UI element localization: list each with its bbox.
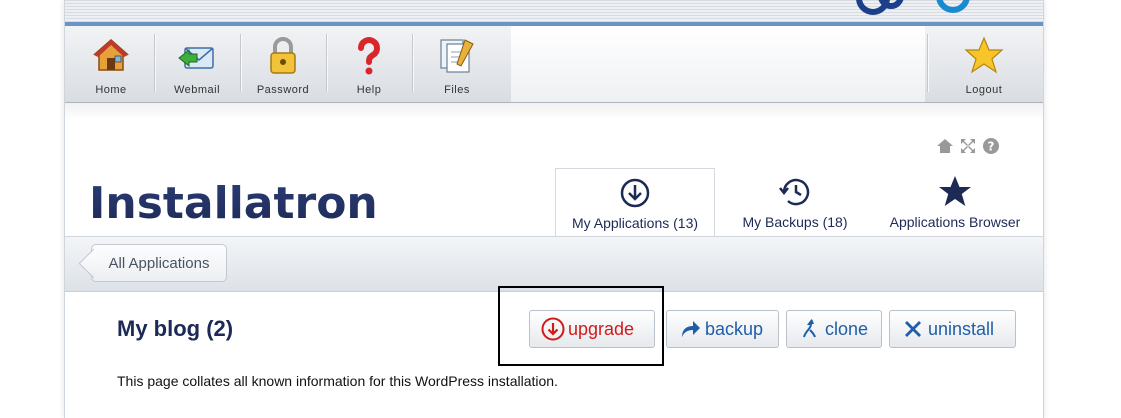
- tab-my-backups[interactable]: My Backups (18): [715, 168, 875, 236]
- toolbar-shadow: [65, 102, 1043, 120]
- highlight-box: [498, 286, 664, 366]
- backup-button[interactable]: backup: [666, 310, 779, 348]
- main-tabs: My Applications (13) My Backups (18) App…: [555, 168, 1035, 237]
- button-label: clone: [825, 318, 869, 339]
- download-circle-icon: [619, 175, 651, 211]
- help-icon[interactable]: ?: [981, 136, 1001, 156]
- button-label: backup: [705, 318, 764, 339]
- toolbar-help[interactable]: Help: [326, 26, 412, 102]
- cpanel-logo-fragment: [845, 0, 985, 22]
- toolbar-label: Webmail: [173, 84, 221, 96]
- tab-applications-browser[interactable]: Applications Browser: [875, 168, 1035, 236]
- toolbar-divider: [927, 34, 929, 92]
- button-label: uninstall: [928, 318, 995, 339]
- all-applications-button[interactable]: All Applications: [91, 244, 227, 282]
- question-mark-icon: [347, 34, 391, 78]
- toolbar-label: Files: [444, 84, 470, 96]
- files-icon: [435, 34, 479, 78]
- expand-icon[interactable]: [958, 136, 978, 156]
- home-icon[interactable]: [935, 136, 955, 156]
- toolbar-webmail[interactable]: Webmail: [154, 26, 240, 102]
- tab-label: My Backups (18): [742, 214, 848, 230]
- toolbar-label: Help: [356, 84, 382, 96]
- toolbar-label: Home: [95, 84, 127, 96]
- toolbar-files[interactable]: Files: [414, 26, 500, 102]
- star-icon: [937, 174, 973, 210]
- page-frame: Home Webmail Password Help Files Logout …: [64, 0, 1044, 418]
- toolbar-logout[interactable]: Logout: [941, 26, 1027, 102]
- svg-text:?: ?: [988, 140, 995, 154]
- toolbar-password[interactable]: Password: [240, 26, 326, 102]
- cpanel-toolbar: Home Webmail Password Help Files Logout: [65, 26, 1043, 103]
- page-title: My blog (2): [117, 316, 234, 341]
- view-controls: ?: [935, 136, 1001, 156]
- house-icon: [89, 34, 133, 78]
- toolbar-empty-area: [511, 26, 925, 102]
- padlock-icon: [261, 34, 305, 78]
- tab-label: Applications Browser: [889, 214, 1021, 230]
- star-icon: [962, 34, 1006, 78]
- tab-my-applications[interactable]: My Applications (13): [555, 168, 715, 237]
- breadcrumb-label: All Applications: [108, 254, 210, 272]
- fork-icon: [797, 316, 823, 342]
- history-icon: [778, 174, 812, 210]
- page-description: This page collates all known information…: [117, 373, 558, 389]
- tab-label: My Applications (13): [571, 215, 699, 231]
- uninstall-button[interactable]: uninstall: [889, 310, 1016, 348]
- breadcrumb: All Applications: [65, 236, 1043, 292]
- toolbar-label: Password: [256, 84, 310, 96]
- share-arrow-icon: [677, 316, 703, 342]
- toolbar-home[interactable]: Home: [68, 26, 154, 102]
- installatron-logo: Installatron: [89, 178, 378, 229]
- x-icon: [900, 316, 926, 342]
- clone-button[interactable]: clone: [786, 310, 882, 348]
- mail-icon: [175, 34, 219, 78]
- toolbar-label: Logout: [965, 84, 1003, 96]
